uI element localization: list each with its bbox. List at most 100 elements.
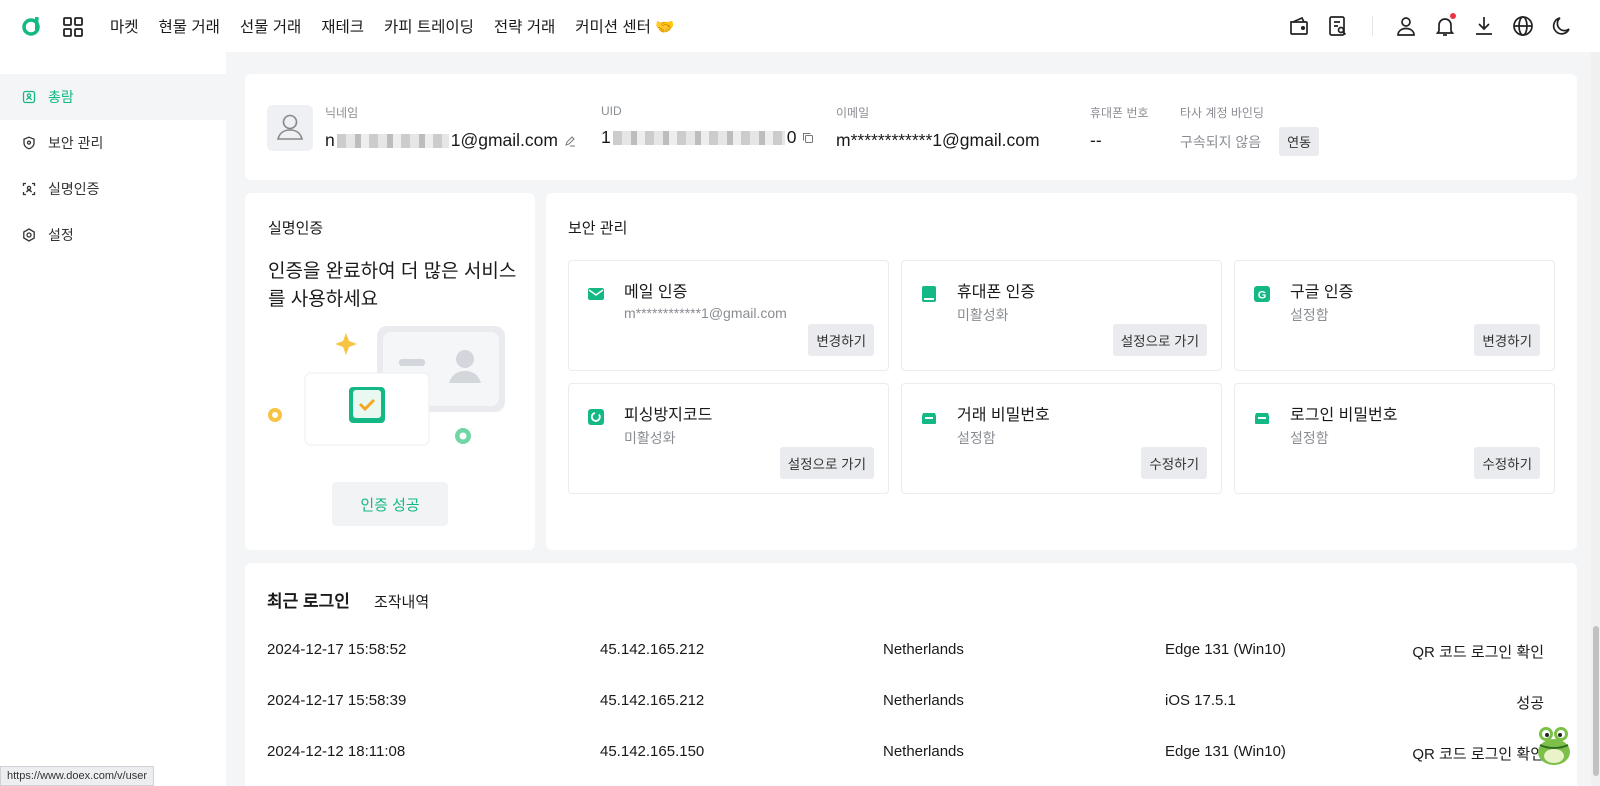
lock-icon — [1255, 413, 1269, 424]
security-item-title: 메일 인증 — [624, 284, 688, 301]
profile-card: 닉네임 n 1@gmail.com UID 1 0 이메일 m***********… — [245, 74, 1577, 180]
security-item-status: 설정함 — [957, 430, 996, 446]
nav-commission[interactable]: 커미션 센터 🤝 — [575, 15, 674, 37]
sidebar-item-settings[interactable]: 설정 — [0, 212, 226, 258]
gear-icon — [23, 228, 35, 242]
overview-icon — [22, 90, 36, 104]
user-icon[interactable] — [1394, 14, 1418, 38]
verified-id-illustration — [268, 326, 505, 446]
edit-icon[interactable] — [564, 135, 576, 147]
bell-button[interactable] — [1433, 13, 1457, 38]
uid-end: 0 — [786, 127, 797, 147]
email-value: m************1@gmail.com — [836, 130, 1040, 150]
login-ip: 45.142.165.150 — [600, 743, 705, 760]
nav-earn[interactable]: 재테크 — [321, 15, 364, 37]
sidebar-item-security[interactable]: 보안 관리 — [0, 120, 226, 166]
verification-description: 인증을 완료하여 더 많은 서비스를 사용하세요 — [268, 261, 517, 310]
table-row: 2024-12-12 18:11:08 45.142.165.150 Nethe… — [267, 743, 1544, 767]
login-device: Edge 131 (Win10) — [1165, 641, 1286, 658]
table-row: 2024-12-17 15:58:39 45.142.165.212 Nethe… — [267, 692, 1544, 716]
login-time: 2024-12-17 15:58:39 — [267, 692, 407, 709]
trade-password-edit-button[interactable]: 수정하기 — [1141, 447, 1207, 479]
verification-success-button[interactable]: 인증 성공 — [332, 482, 448, 526]
binding-field: 타사 계정 바인딩 구속되지 않음 연동 — [1180, 104, 1320, 156]
orders-icon[interactable] — [1326, 14, 1350, 38]
globe-icon[interactable] — [1511, 14, 1535, 38]
security-item-status: 미활성화 — [957, 307, 1009, 323]
uid-label: UID — [601, 104, 622, 118]
tab-recent-logins[interactable]: 최근 로그인 — [267, 587, 350, 612]
phone-setup-button[interactable]: 설정으로 가기 — [1112, 324, 1207, 356]
verification-title: 실명인증 — [268, 220, 324, 237]
binding-label: 타사 계정 바인딩 — [1180, 106, 1264, 120]
apps-grid-icon[interactable] — [62, 16, 84, 38]
login-result: QR 코드 로그인 확인 — [1412, 644, 1544, 661]
nickname-redacted — [336, 133, 449, 148]
sidebar-item-verification[interactable]: 실명인증 — [0, 166, 226, 212]
login-country: Netherlands — [883, 692, 964, 709]
security-item-status: m************1@gmail.com — [624, 305, 787, 321]
login-device: Edge 131 (Win10) — [1165, 743, 1286, 760]
lock-icon — [922, 413, 936, 424]
email-change-button[interactable]: 변경하기 — [808, 324, 874, 356]
logo-icon[interactable] — [20, 15, 42, 37]
sidebar-item-label: 실명인증 — [48, 181, 100, 197]
security-item-phone: 휴대폰 인증 미활성화 설정으로 가기 — [901, 260, 1222, 371]
email-label: 이메일 — [836, 106, 870, 120]
top-navbar: 마켓 현물 거래 선물 거래 재테크 카피 트레이딩 전략 거래 커미션 센터 … — [0, 0, 1600, 52]
login-password-edit-button[interactable]: 수정하기 — [1474, 447, 1540, 479]
email-field: 이메일 m************1@gmail.com — [836, 104, 1040, 151]
shield-icon — [23, 136, 35, 150]
uid-start: 1 — [601, 127, 611, 147]
security-item-title: 거래 비밀번호 — [957, 407, 1050, 424]
nav-spot[interactable]: 현물 거래 — [159, 15, 220, 37]
sidebar-item-overview[interactable]: 총람 — [0, 74, 226, 120]
page-scrollbar-thumb[interactable] — [1593, 626, 1599, 776]
login-time: 2024-12-12 18:11:08 — [267, 743, 406, 760]
nav-copy-trading[interactable]: 카피 트레이딩 — [384, 15, 474, 37]
login-ip: 45.142.165.212 — [600, 641, 705, 658]
tab-operation-history[interactable]: 조작내역 — [374, 591, 429, 612]
nickname-label: 닉네임 — [325, 106, 359, 120]
nav-market[interactable]: 마켓 — [110, 15, 139, 37]
copy-icon[interactable] — [802, 132, 814, 144]
security-item-trade-password: 거래 비밀번호 설정함 수정하기 — [901, 383, 1222, 494]
login-tabs: 최근 로그인 조작내역 — [267, 587, 429, 612]
toolbar-divider — [1372, 16, 1373, 36]
login-result: 성공 — [1516, 695, 1544, 712]
id-scan-icon — [22, 182, 36, 196]
avatar — [267, 105, 313, 151]
table-row: 2024-12-17 15:58:52 45.142.165.212 Nethe… — [267, 641, 1544, 665]
nav-futures[interactable]: 선물 거래 — [240, 15, 301, 37]
sidebar-item-label: 총람 — [48, 89, 74, 105]
google-change-button[interactable]: 변경하기 — [1474, 324, 1540, 356]
moon-icon[interactable] — [1550, 14, 1574, 38]
login-ip: 45.142.165.212 — [600, 692, 705, 709]
login-device: iOS 17.5.1 — [1165, 692, 1236, 709]
wallet-icon[interactable] — [1287, 14, 1311, 38]
phone-value: -- — [1090, 130, 1102, 150]
security-item-title: 구글 인증 — [1290, 284, 1354, 301]
security-item-title: 로그인 비밀번호 — [1290, 407, 1398, 424]
browser-status-url: https://www.doex.com/v/user — [0, 766, 154, 786]
nickname-end: 1@gmail.com — [450, 130, 558, 150]
login-country: Netherlands — [883, 641, 964, 658]
sidebar-item-label: 설정 — [48, 227, 74, 243]
uid-field: UID 1 0 — [601, 104, 814, 148]
login-history-card: 최근 로그인 조작내역 2024-12-17 15:58:52 45.142.1… — [245, 563, 1577, 786]
uid-redacted — [612, 130, 785, 145]
bind-account-button[interactable]: 연동 — [1279, 127, 1320, 156]
mail-icon — [588, 288, 604, 300]
crocodile-mascot-icon[interactable] — [1528, 718, 1580, 770]
download-icon[interactable] — [1472, 14, 1496, 38]
verification-card: 실명인증 인증을 완료하여 더 많은 서비스를 사용하세요 인증 성공 — [245, 193, 535, 550]
phone-icon — [922, 286, 936, 302]
phone-field: 휴대폰 번호 -- — [1090, 104, 1149, 151]
notification-dot — [1450, 13, 1456, 19]
anti-phishing-setup-button[interactable]: 설정으로 가기 — [779, 447, 874, 479]
nickname-field: 닉네임 n 1@gmail.com — [325, 104, 576, 151]
avatar-user-icon — [276, 114, 304, 140]
main-nav: 마켓 현물 거래 선물 거래 재테크 카피 트레이딩 전략 거래 커미션 센터 … — [110, 0, 674, 52]
nav-strategy[interactable]: 전략 거래 — [494, 15, 555, 37]
sidebar-item-label: 보안 관리 — [48, 135, 104, 151]
